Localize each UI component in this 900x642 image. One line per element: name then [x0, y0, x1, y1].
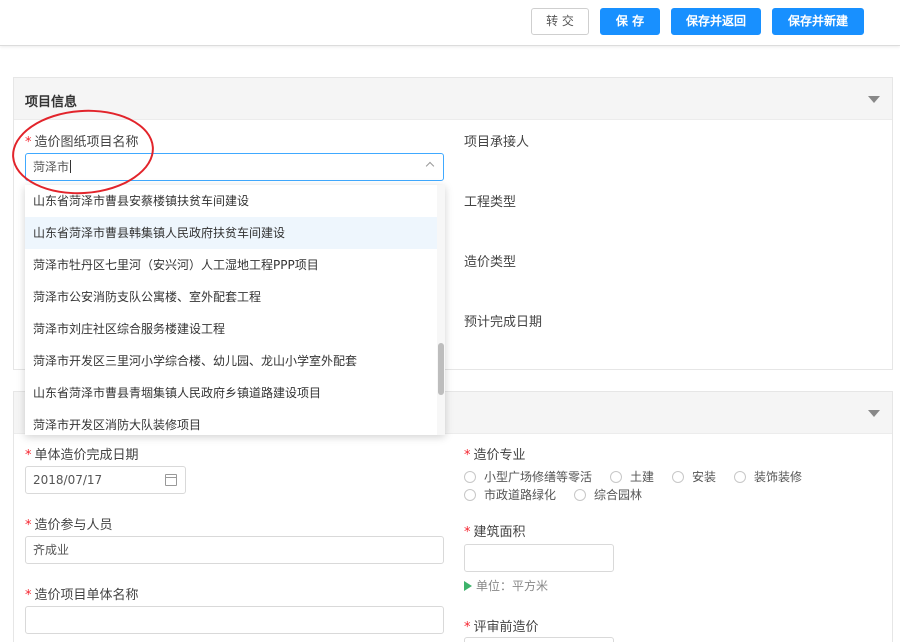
text-cursor — [70, 160, 72, 173]
pre-review-input[interactable] — [464, 637, 614, 642]
save-and-new-button[interactable]: 保存并新建 — [772, 8, 864, 35]
calendar-icon[interactable] — [165, 474, 177, 486]
project-name-label: * 造价图纸项目名称 — [25, 135, 139, 150]
specialty-radio-municipal[interactable]: 市政道路绿化 — [464, 486, 556, 502]
save-button[interactable]: 保 存 — [600, 8, 660, 35]
unit-name-input[interactable] — [25, 606, 444, 634]
list-item[interactable]: 山东省菏泽市曹县安蔡楼镇扶贫车间建设 — [25, 185, 437, 217]
participants-input[interactable]: 齐成业 — [25, 536, 444, 564]
specialty-radio-install[interactable]: 安装 — [672, 468, 716, 484]
area-unit-hint: 单位：平方米 — [464, 577, 548, 594]
participants-label: * 造价参与人员 — [25, 518, 113, 533]
project-name-value: 菏泽市 — [33, 160, 70, 174]
collapse-caret-icon[interactable] — [868, 96, 880, 103]
save-and-return-button[interactable]: 保存并返回 — [671, 8, 761, 35]
list-item[interactable]: 菏泽市开发区三里河小学综合楼、幼儿园、龙山小学室外配套 — [25, 345, 437, 377]
list-item[interactable]: 菏泽市牡丹区七里河（安兴河）人工湿地工程PPP项目 — [25, 249, 437, 281]
scrollbar-thumb[interactable] — [438, 343, 444, 395]
list-item[interactable]: 菏泽市公安消防支队公寓楼、室外配套工程 — [25, 281, 437, 313]
specialty-radio-civil[interactable]: 土建 — [610, 468, 654, 484]
list-item[interactable]: 山东省菏泽市曹县韩集镇人民政府扶贫车间建设 — [25, 217, 437, 249]
specialty-radio-decoration[interactable]: 装饰装修 — [734, 468, 802, 484]
complete-date-input[interactable]: 2018/07/17 — [25, 466, 186, 494]
chevron-up-icon[interactable] — [425, 161, 435, 171]
cost-type-label: 造价类型 — [464, 255, 517, 270]
list-item[interactable]: 山东省菏泽市曹县青堌集镇人民政府乡镇道路建设项目 — [25, 377, 437, 409]
complete-date-label: * 单体造价完成日期 — [25, 448, 139, 463]
dropdown-scrollbar[interactable] — [437, 185, 445, 435]
due-date-label: 预计完成日期 — [464, 315, 543, 330]
list-item[interactable]: 菏泽市开发区消防大队装修项目 — [25, 409, 437, 435]
list-item[interactable]: 菏泽市刘庄社区综合服务楼建设工程 — [25, 313, 437, 345]
panel-title: 项目信息 — [25, 95, 78, 110]
engineering-type-label: 工程类型 — [464, 195, 517, 210]
specialty-radio-small-plaza[interactable]: 小型广场修缮等零活 — [464, 468, 592, 484]
specialty-label: * 造价专业 — [464, 448, 526, 463]
toolbar: 转 交 保 存 保存并返回 保存并新建 — [0, 0, 900, 46]
area-label: * 建筑面积 — [464, 525, 526, 540]
project-name-dropdown: 山东省菏泽市曹县安蔡楼镇扶贫车间建设 山东省菏泽市曹县韩集镇人民政府扶贫车间建设… — [25, 185, 445, 435]
pre-review-label: * 评审前造价 — [464, 620, 539, 635]
project-name-select[interactable]: 菏泽市 — [25, 153, 444, 181]
contractor-label: 项目承接人 — [464, 135, 530, 150]
play-hint-icon — [464, 581, 472, 591]
specialty-radio-garden[interactable]: 综合园林 — [574, 486, 642, 502]
unit-name-label: * 造价项目单体名称 — [25, 588, 139, 603]
project-info-header[interactable]: 项目信息 — [14, 78, 892, 120]
collapse-caret-icon[interactable] — [868, 410, 880, 417]
area-input[interactable] — [464, 544, 614, 572]
transfer-button[interactable]: 转 交 — [531, 8, 589, 35]
